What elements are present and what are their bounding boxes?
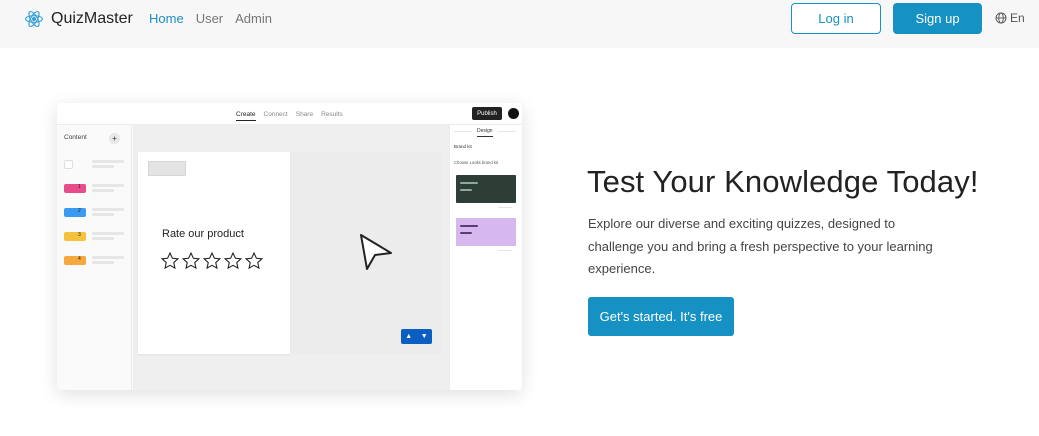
language-selector[interactable]: En <box>995 11 1025 25</box>
preview-item-line <box>92 165 114 168</box>
preview-tab-connect: Connect <box>263 111 288 118</box>
nav-link-user[interactable]: User <box>196 11 223 26</box>
preview-design-panel: Design Brand kit Choose Looks brand kit <box>449 125 522 390</box>
preview-tab-results: Results <box>321 111 343 118</box>
get-started-button[interactable]: Get's started. It's free <box>588 297 734 336</box>
preview-item-3: 3 <box>64 232 86 241</box>
preview-question-card: Rate our product <box>138 152 290 354</box>
preview-panel-line <box>454 131 472 132</box>
star-icon <box>181 251 201 270</box>
preview-design-tab: Design <box>477 128 493 137</box>
preview-canvas: Rate our product ▲ ▼ <box>133 125 449 390</box>
preview-tabs: Create Connect Share Results <box>236 111 343 121</box>
preview-toolbar: Create Connect Share Results Publish <box>57 103 522 125</box>
preview-tab-create: Create <box>236 111 256 121</box>
navbar: QuizMaster Home User Admin Log in Sign u… <box>0 0 1039 48</box>
preview-avatar <box>508 108 519 119</box>
preview-item-1: 1 <box>64 184 86 193</box>
preview-content-label: Content <box>64 134 87 141</box>
preview-item-line <box>92 189 114 192</box>
preview-item-number: 2 <box>78 208 81 214</box>
preview-brand-kit-sub: Choose Looks brand kit <box>454 160 498 165</box>
brand-name: QuizMaster <box>51 10 133 27</box>
nav-links: Home User Admin <box>149 11 272 26</box>
preview-publish-button: Publish <box>472 107 502 120</box>
preview-item-line <box>92 184 124 187</box>
star-icon <box>202 251 222 270</box>
language-label: En <box>1010 11 1025 25</box>
preview-item-line <box>92 160 124 163</box>
preview-item-number: 4 <box>78 256 81 262</box>
preview-item-line <box>92 261 114 264</box>
preview-theme-swatch-dark <box>456 175 516 203</box>
preview-item-line <box>92 256 124 259</box>
login-button[interactable]: Log in <box>791 3 881 34</box>
preview-tab-share: Share <box>295 111 314 118</box>
preview-item-line <box>92 213 114 216</box>
nav-link-home[interactable]: Home <box>149 11 184 26</box>
app-preview-image: Create Connect Share Results Publish Con… <box>57 103 522 390</box>
preview-item-number: 3 <box>78 232 81 238</box>
preview-panel-line <box>498 131 516 132</box>
chevron-down-icon: ▼ <box>420 333 428 340</box>
chevron-up-icon: ▲ <box>405 333 413 340</box>
preview-item-toggle <box>64 160 73 169</box>
preview-panel-line <box>498 250 512 251</box>
preview-brand-kit-label: Brand kit <box>454 144 472 149</box>
brand[interactable]: QuizMaster <box>24 9 133 29</box>
signup-button[interactable]: Sign up <box>893 3 982 34</box>
preview-panel-line <box>498 207 512 208</box>
preview-item-2: 2 <box>64 208 86 217</box>
preview-theme-swatch-purple <box>456 218 516 246</box>
hero-description: Explore our diverse and exciting quizzes… <box>588 216 933 276</box>
preview-item-4: 4 <box>64 256 86 265</box>
globe-icon <box>995 12 1007 24</box>
preview-card-thumbnail <box>148 161 186 176</box>
preview-item-number: 1 <box>78 184 81 190</box>
cursor-arrow-icon <box>360 234 392 270</box>
preview-item-line <box>92 237 114 240</box>
nav-link-admin[interactable]: Admin <box>235 11 272 26</box>
preview-content-sidebar: Content + 1 2 3 4 <box>57 125 132 390</box>
preview-item-line <box>92 232 124 235</box>
atom-logo-icon <box>25 11 43 27</box>
star-icon <box>223 251 243 270</box>
preview-add-icon: + <box>109 133 120 144</box>
star-icon <box>160 251 180 270</box>
preview-star-rating <box>160 251 264 271</box>
star-icon <box>244 251 264 270</box>
hero-title: Test Your Knowledge Today! <box>587 164 979 199</box>
preview-nav-buttons: ▲ ▼ <box>401 329 432 344</box>
preview-card-title: Rate our product <box>162 228 244 240</box>
preview-item-line <box>92 208 124 211</box>
